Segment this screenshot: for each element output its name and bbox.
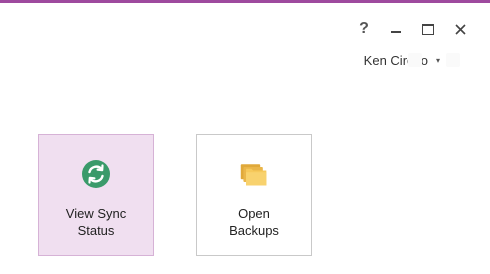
minimize-button[interactable] <box>380 16 412 42</box>
sync-icon <box>81 159 111 189</box>
close-button[interactable] <box>444 16 476 42</box>
view-sync-status-label-line1: View Sync <box>65 206 127 221</box>
view-sync-status-label-line2: Status <box>77 223 115 238</box>
faint-toolbar-icon <box>408 53 422 67</box>
open-backups-label-line2: Backups <box>229 223 279 238</box>
faint-toolbar-icon <box>446 53 460 67</box>
help-icon: ? <box>359 20 369 37</box>
window-controls: ? <box>348 16 476 42</box>
chevron-down-icon: ▾ <box>435 56 440 65</box>
folder-stack-icon <box>239 159 269 189</box>
view-sync-status-label: View Sync Status <box>46 205 146 239</box>
maximize-button[interactable] <box>412 16 444 42</box>
account-menu[interactable]: Ken Circeo ▾ <box>364 53 440 68</box>
help-button[interactable]: ? <box>348 16 380 42</box>
open-backups-button[interactable]: Open Backups <box>196 134 312 256</box>
open-backups-label-line1: Open <box>238 206 270 221</box>
maximize-icon <box>422 23 434 35</box>
minimize-icon <box>391 31 401 33</box>
title-bar-accent <box>0 0 490 3</box>
view-sync-status-button[interactable]: View Sync Status <box>38 134 154 256</box>
open-backups-label: Open Backups <box>204 205 304 239</box>
close-icon <box>454 23 466 35</box>
